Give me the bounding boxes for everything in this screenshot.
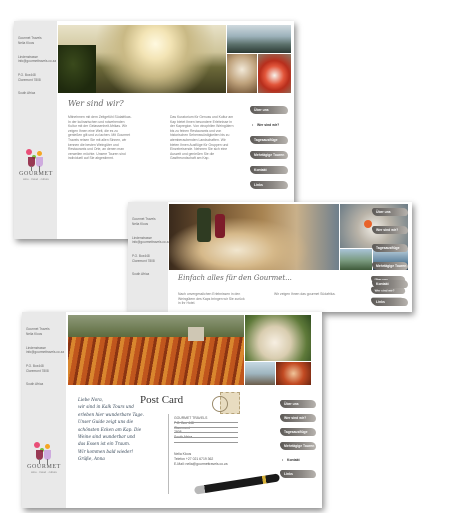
wine-glasses-icon	[32, 442, 56, 464]
page-title: Einfach alles für den Gourmet...	[178, 274, 292, 282]
nav-wer-sind-wir[interactable]: Wer sind wir?	[250, 121, 288, 129]
food-photo	[258, 54, 291, 93]
logo-tagline: wine · travel · culture	[23, 177, 49, 181]
address-line	[174, 437, 238, 438]
sidebar: Gourmet Travels Nelia Kloos Lindenstrasse…	[14, 21, 57, 239]
address-line	[174, 442, 238, 443]
page-gourmet: Gourmet Travels Nelia Kloos Lindenstrasse…	[128, 202, 412, 312]
nav-links[interactable]: Links	[250, 181, 288, 189]
nav-links[interactable]: Links	[280, 470, 316, 478]
text-left: Nach unvergesslichen Erlebnissen in den …	[178, 292, 245, 306]
page-title: Wer sind wir?	[68, 99, 124, 108]
sidebar: Gourmet Travels Nelia Kloos Lindenstrasse…	[128, 202, 170, 312]
mountains-photo	[340, 249, 372, 270]
address-line	[174, 427, 238, 428]
page2-nav-column: Über uns Wer sind wir? Tagesausflüge Meh…	[372, 208, 408, 316]
nav-tagesausfluege[interactable]: Tagesausflüge	[250, 136, 288, 144]
vineyard-sunset-photo	[58, 25, 226, 93]
nav-kontakt[interactable]: Kontakt	[250, 166, 288, 174]
beach-photo	[245, 362, 275, 385]
nav-mehrtaegige-touren[interactable]: Mehrtägige Touren	[280, 442, 316, 450]
intro-text-right: Das Kuratorium für Genuss und Kultur am …	[170, 115, 234, 161]
nav-ueber-uns[interactable]: Über uns	[250, 106, 288, 114]
main-nav: Über uns Wer sind wir? Tagesausflüge Meh…	[250, 106, 288, 196]
gourmet-logo[interactable]: GOURMET wine · travel · culture	[18, 149, 54, 181]
company-address: Gourmet Travels Nelia Kloos Lindenstrasse…	[132, 217, 170, 277]
nav-wer-sind-wir[interactable]: Wer sind wir?	[280, 414, 316, 422]
sidebar: Gourmet Travels Nelia Kloos Lindenstrasse…	[22, 312, 66, 508]
wine-glasses-icon	[24, 149, 48, 171]
nav-tagesausfluege[interactable]: Tagesausflüge	[280, 428, 316, 436]
page-postcard: Gourmet Travels Nelia Kloos Lindenstrasse…	[22, 312, 322, 508]
address-line	[174, 432, 238, 433]
nav-p2-tagesausfluege[interactable]: Tagesausflüge	[372, 244, 408, 252]
nav-p2-links[interactable]: Links	[372, 298, 408, 306]
postcard-divider	[168, 414, 169, 494]
text-right: Wir zeigen Ihnen das gourmet Südafrika.	[274, 292, 336, 296]
nav-mehrtaegige-touren[interactable]: Mehrtägige Touren	[250, 151, 288, 159]
company-address: Gourmet Travels Nelia Kloos Lindenstrasse…	[18, 36, 56, 96]
nav-p2-ueber-uns[interactable]: Über uns	[372, 208, 408, 216]
company-address: Gourmet Travels Nelia Kloos Lindenstrasse…	[26, 327, 64, 387]
nav-p2-mehrtaegige-touren[interactable]: Mehrtägige Touren	[372, 262, 408, 270]
restaurant-photo	[276, 362, 311, 385]
dining-photo	[227, 54, 257, 93]
autumn-vineyard-photo	[68, 315, 244, 385]
nav-kontakt[interactable]: Kontakt	[280, 456, 316, 464]
postcard-message: Liebe Nora, wir sind in Kalk Tours und er…	[78, 397, 144, 462]
postmark	[212, 396, 228, 412]
intro-text-left: Mitnehmen mit dem Zeitgefühl Südafrikas.…	[68, 115, 132, 161]
main-nav: Über uns Wer sind wir? Tagesausflüge Meh…	[280, 400, 316, 484]
gourmet-logo[interactable]: GOURMET wine · travel · culture	[26, 442, 62, 474]
nav-p2-wer-sind-wir[interactable]: Wer sind wir?	[372, 226, 408, 234]
harbour-photo	[227, 25, 291, 53]
picnic-photo	[169, 204, 339, 270]
fountain-pen-icon	[193, 473, 281, 495]
contact-block: Nelia Kloos Telefon +27 021 6719 362 E-Ma…	[174, 452, 228, 466]
logo-tagline: wine · travel · culture	[31, 470, 57, 474]
nav-ueber-uns[interactable]: Über uns	[280, 400, 316, 408]
nav-p2-kontakt[interactable]: Kontakt	[372, 280, 408, 288]
picnic-table-photo	[245, 315, 311, 361]
address-line	[174, 422, 238, 423]
